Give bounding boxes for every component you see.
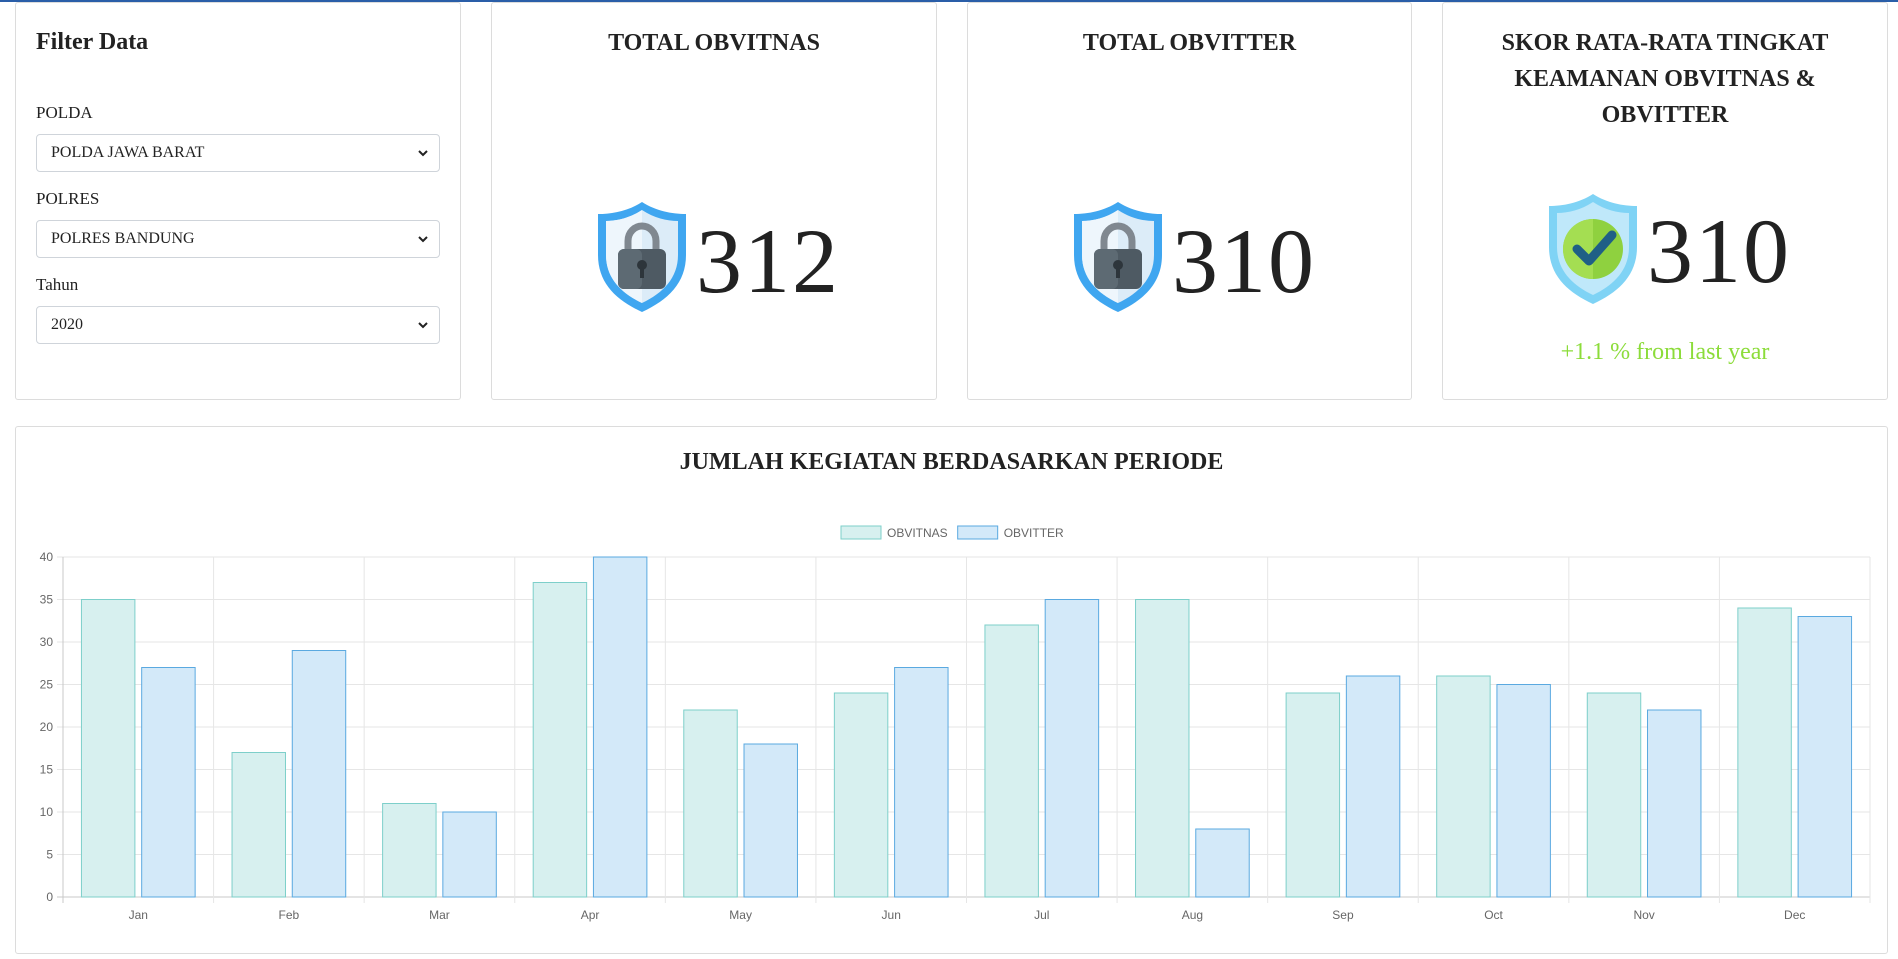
bar-obvitter-sep	[1345, 675, 1401, 898]
bar-obvitter-apr	[592, 556, 648, 898]
check-shield-icon	[1549, 194, 1637, 304]
y-tick-label: 35	[40, 593, 54, 607]
legend-swatch-obvitter	[957, 525, 999, 540]
lock-shield-icon	[1074, 202, 1162, 312]
x-tick-label: Jan	[129, 908, 148, 922]
x-tick-label: Oct	[1484, 908, 1503, 922]
polda-select-value: POLDA JAWA BARAT	[51, 144, 205, 161]
security-score-title: SKOR RATA-RATA TINGKAT KEAMANAN OBVITNAS…	[1501, 30, 1829, 128]
bar-obvitnas-may	[683, 709, 738, 898]
bar-obvitter-nov	[1647, 709, 1702, 898]
bar-obvitter-aug	[1195, 828, 1250, 898]
polres-label: POLRES	[36, 189, 100, 208]
y-tick-label: 0	[46, 890, 53, 904]
polres-select-value: POLRES BANDUNG	[51, 230, 195, 247]
polda-select[interactable]: POLDA JAWA BARAT	[36, 134, 440, 172]
total-obvitter-card: TOTAL OBVITTER 310	[967, 2, 1412, 400]
bar-obvitter-jun	[894, 667, 949, 898]
bar-obvitnas-jul	[984, 624, 1039, 898]
bar-obvitnas-sep	[1285, 692, 1341, 898]
x-tick-label: Jul	[1034, 908, 1049, 922]
y-tick-label: 40	[40, 550, 54, 564]
x-tick-label: Nov	[1633, 908, 1654, 922]
y-tick-label: 5	[46, 848, 53, 862]
bar-obvitnas-oct	[1436, 675, 1491, 898]
polres-select[interactable]: POLRES BANDUNG	[36, 220, 440, 258]
x-tick-label: Jun	[882, 908, 901, 922]
chevron-down-icon	[418, 322, 428, 329]
activity-chart-card: JUMLAH KEGIATAN BERDASARKAN PERIODE 0 5 10…	[15, 426, 1888, 954]
y-tick-label: 25	[40, 678, 54, 692]
score-trend-text: +1.1 % from last year	[1560, 339, 1770, 365]
bar-obvitnas-apr	[532, 582, 588, 898]
bar-obvitter-mar	[442, 811, 497, 898]
bar-obvitter-dec	[1797, 616, 1853, 898]
security-score-card: SKOR RATA-RATA TINGKAT KEAMANAN OBVITNAS…	[1442, 2, 1888, 400]
total-obvitnas-title: TOTAL OBVITNAS	[608, 30, 820, 56]
bar-obvitter-jul	[1044, 599, 1100, 898]
activity-bar-chart: 0 5 10 15 20 25 30 35 40 Jan Feb Mar Apr May Jun Jul Aug…	[40, 525, 1871, 922]
bar-obvitnas-aug	[1135, 599, 1190, 898]
x-tick-label: Sep	[1332, 908, 1354, 922]
bar-obvitnas-jun	[833, 692, 889, 898]
bar-obvitnas-feb	[231, 752, 286, 898]
x-tick-label: Aug	[1182, 908, 1203, 922]
bar-obvitnas-jan	[80, 599, 136, 898]
y-tick-label: 20	[40, 720, 54, 734]
tahun-label: Tahun	[36, 275, 79, 294]
total-obvitnas-card: TOTAL OBVITNAS 312	[491, 2, 937, 400]
x-tick-label: Apr	[581, 908, 600, 922]
y-tick-label: 10	[40, 805, 54, 819]
x-tick-label: Mar	[429, 908, 450, 922]
bar-obvitter-oct	[1496, 684, 1551, 898]
x-tick-label: May	[729, 908, 752, 922]
legend-swatch-obvitnas	[840, 525, 882, 540]
total-obvitnas-value: 312	[696, 210, 840, 312]
filter-card: Filter Data POLDA POLDA JAWA BARAT POLRE…	[15, 2, 461, 400]
bar-obvitter-may	[743, 743, 798, 898]
bar-obvitter-feb	[291, 650, 347, 898]
x-tick-label: Feb	[279, 908, 300, 922]
lock-shield-icon	[598, 202, 686, 312]
polda-label: POLDA	[36, 103, 93, 122]
y-tick-label: 30	[40, 635, 54, 649]
total-obvitter-title: TOTAL OBVITTER	[1082, 30, 1297, 56]
tahun-select[interactable]: 2020	[36, 306, 440, 344]
bar-obvitnas-nov	[1586, 692, 1642, 898]
legend-label-obvitnas: OBVITNAS	[887, 526, 948, 540]
tahun-select-value: 2020	[51, 316, 83, 333]
filter-title: Filter Data	[36, 29, 149, 55]
legend-label-obvitter: OBVITTER	[1004, 526, 1064, 540]
security-score-value: 310	[1647, 200, 1791, 302]
y-tick-label: 15	[40, 763, 54, 777]
total-obvitter-value: 310	[1172, 210, 1316, 312]
bar-obvitter-jan	[141, 667, 196, 898]
x-tick-label: Dec	[1784, 908, 1805, 922]
chevron-down-icon	[418, 236, 428, 243]
chevron-down-icon	[418, 150, 428, 157]
bar-obvitnas-mar	[382, 803, 437, 898]
bar-obvitnas-dec	[1737, 607, 1792, 898]
